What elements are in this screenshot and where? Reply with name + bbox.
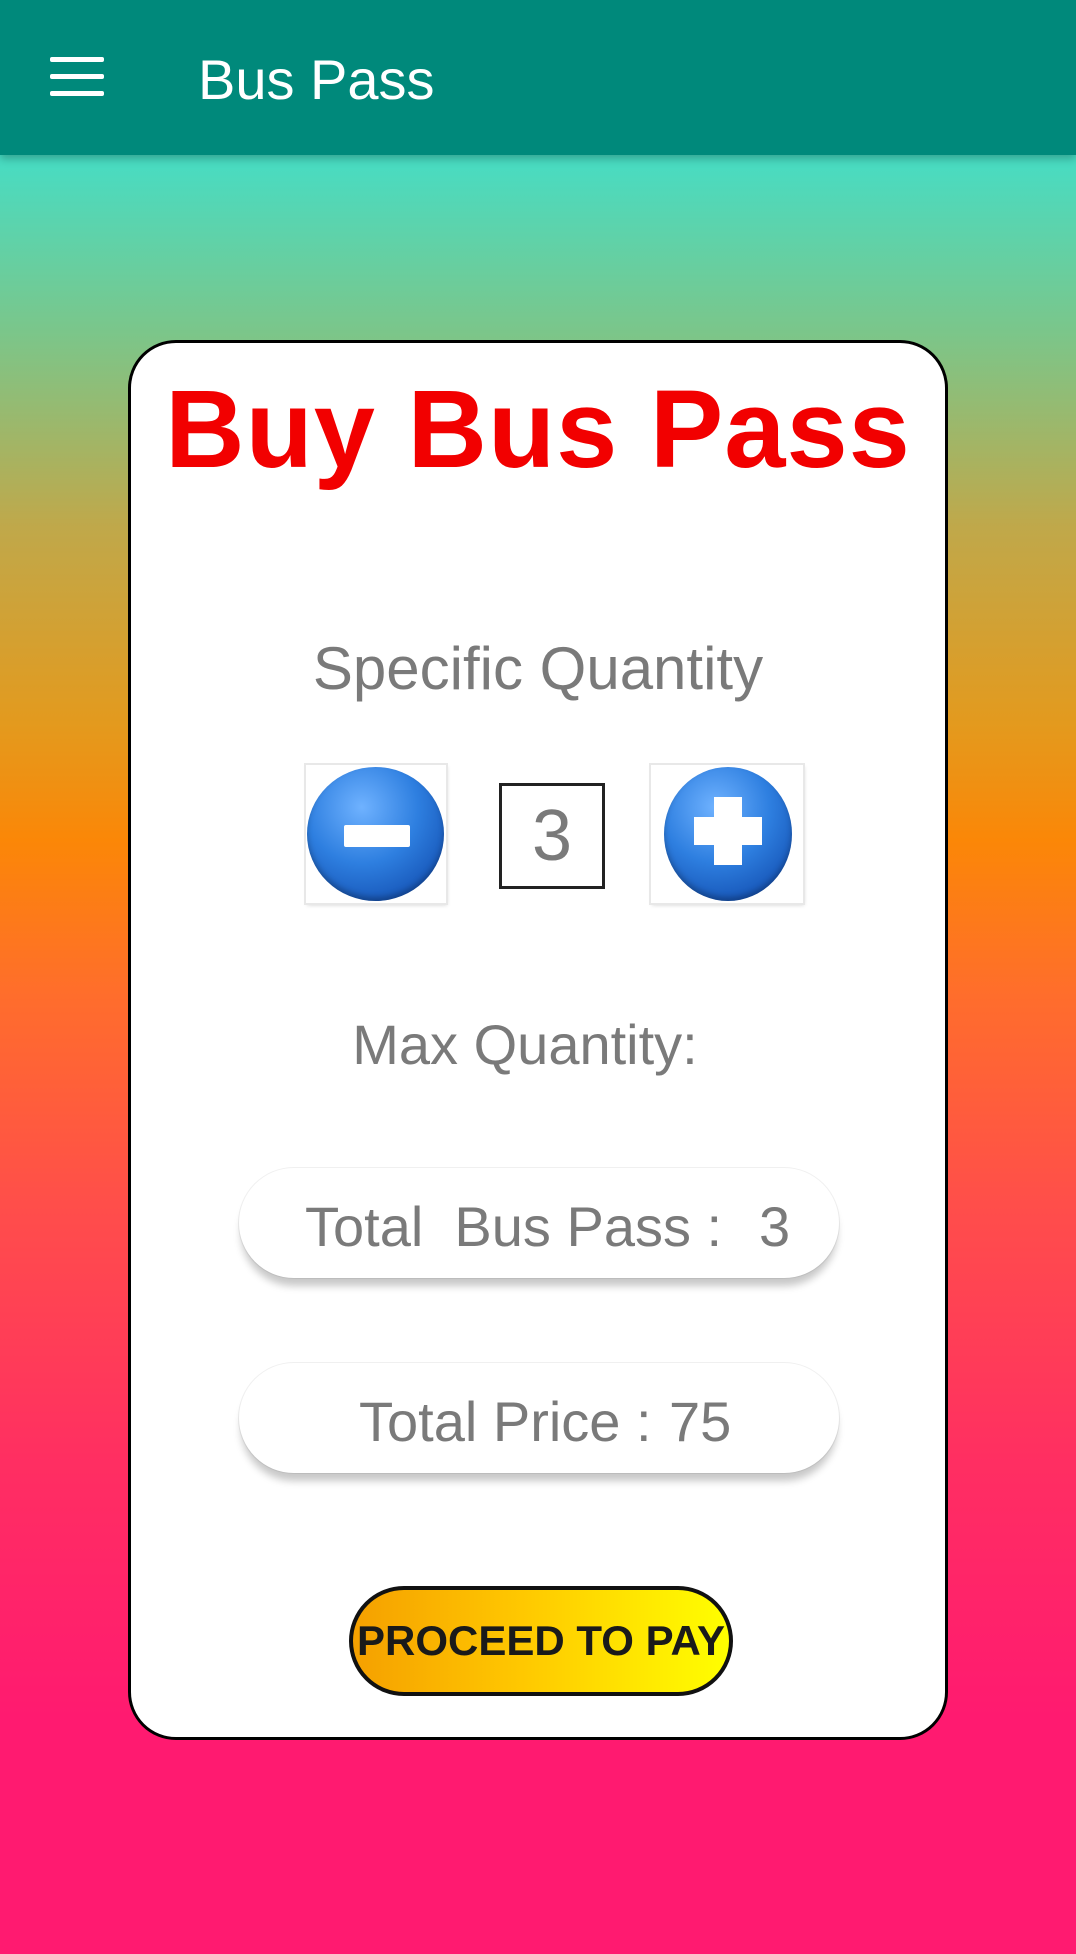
plus-circle-icon — [664, 767, 792, 901]
max-quantity-label: Max Quantity: — [352, 1013, 698, 1076]
app-bar: Bus Pass — [0, 0, 1076, 155]
total-price-value: 75 — [669, 1390, 732, 1453]
quantity-value: 3 — [499, 783, 605, 889]
total-price-label: Total Price : — [359, 1390, 652, 1453]
total-bus-pass-value: 3 — [759, 1195, 791, 1258]
proceed-to-pay-button[interactable]: PROCEED TO PAY — [349, 1586, 733, 1696]
minus-circle-icon — [307, 767, 444, 901]
decrement-button[interactable] — [306, 765, 446, 903]
menu-icon[interactable] — [50, 57, 104, 97]
increment-button[interactable] — [651, 765, 803, 903]
app-title: Bus Pass — [198, 48, 435, 111]
total-bus-pass-box: Total Bus Pass : 3 — [239, 1168, 839, 1278]
total-bus-pass-label: Total Bus Pass : — [305, 1195, 723, 1258]
buy-pass-card: Buy Bus Pass Specific Quantity 3 Max Qua… — [128, 340, 948, 1740]
total-price-box: Total Price : 75 — [239, 1363, 839, 1473]
card-title: Buy Bus Pass — [165, 368, 911, 491]
specific-quantity-label: Specific Quantity — [312, 635, 764, 702]
